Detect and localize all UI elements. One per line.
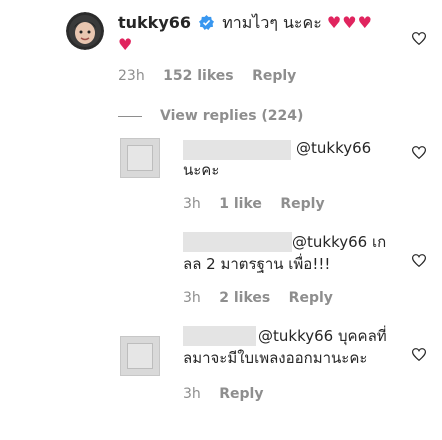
- view-replies-button[interactable]: View replies (224): [118, 108, 303, 124]
- reply-text-continued: ลมาจะมีใบเพลงออกมานะคะ: [183, 349, 368, 367]
- reply-mention-line: @tukky66 เก: [292, 232, 386, 252]
- verified-badge-icon: [199, 14, 215, 30]
- reply-time: 3h: [183, 386, 201, 402]
- like-heart-icon[interactable]: [411, 30, 427, 46]
- reply-time: 3h: [183, 196, 201, 212]
- comment-meta: 23h 152 likes Reply: [118, 68, 310, 84]
- likes-count[interactable]: 2 likes: [219, 290, 270, 306]
- reply-button[interactable]: Reply: [289, 290, 333, 306]
- reply-button[interactable]: Reply: [219, 386, 263, 402]
- avatar[interactable]: [120, 138, 160, 178]
- heart-emoji-icon: ♥♥♥: [326, 13, 373, 32]
- reply-mention[interactable]: @tukky66: [292, 233, 367, 251]
- profile-photo: [66, 12, 104, 50]
- reply-mention[interactable]: @tukky66: [296, 138, 371, 158]
- reply-mention-line: @tukky66 บุคคลที่: [258, 326, 387, 346]
- reply-text: เก: [371, 233, 387, 251]
- avatar[interactable]: [66, 12, 104, 50]
- redacted-username: [183, 326, 256, 346]
- redacted-username: [183, 140, 291, 160]
- reply-meta: 3h 1 like Reply: [183, 196, 339, 212]
- reply-button[interactable]: Reply: [280, 196, 324, 212]
- likes-count[interactable]: 152 likes: [163, 68, 233, 84]
- reply-text: นะคะ: [183, 161, 220, 179]
- avatar[interactable]: [120, 336, 160, 376]
- reply-text-continued: ลล 2 มาตรฐาน เพื่อ!!!: [183, 255, 331, 273]
- reply-button[interactable]: Reply: [252, 68, 296, 84]
- reply-time: 3h: [183, 290, 201, 306]
- likes-count[interactable]: 1 like: [219, 196, 262, 212]
- like-heart-icon[interactable]: [411, 144, 427, 160]
- comment-body: ทามไวๆ นะคะ: [222, 13, 322, 32]
- reply-meta: 3h Reply: [183, 386, 277, 402]
- view-replies-label: View replies (224): [160, 108, 304, 124]
- heart-emoji-icon: ♥: [118, 35, 134, 54]
- like-heart-icon[interactable]: [411, 346, 427, 362]
- reply-text: บุคคลที่: [337, 327, 387, 345]
- divider: [118, 115, 142, 117]
- like-heart-icon[interactable]: [411, 252, 427, 268]
- redacted-username: [183, 232, 292, 252]
- comment-time: 23h: [118, 68, 145, 84]
- main-comment-text: tukky66 ทามไวๆ นะคะ ♥♥♥ ♥: [118, 12, 398, 56]
- comment-username[interactable]: tukky66: [118, 13, 191, 32]
- reply-mention[interactable]: @tukky66: [258, 327, 333, 345]
- reply-meta: 3h 2 likes Reply: [183, 290, 347, 306]
